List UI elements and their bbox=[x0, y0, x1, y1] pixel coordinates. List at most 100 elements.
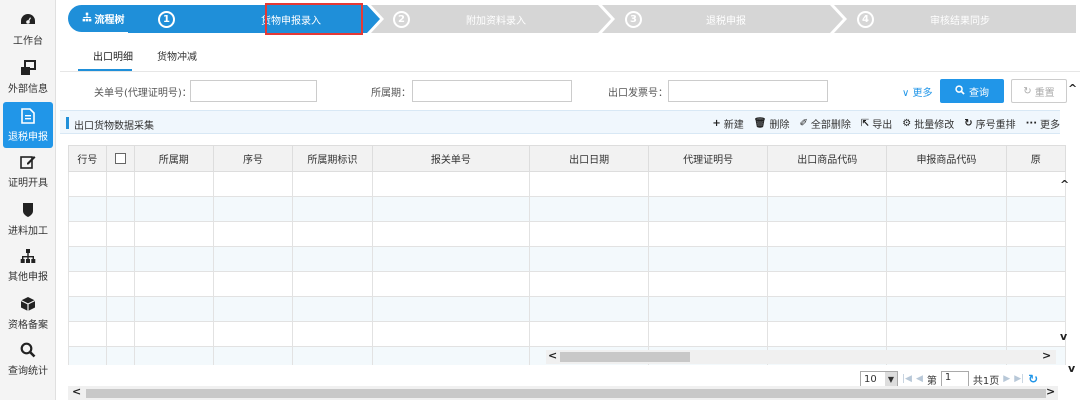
sidebar-item-external-info[interactable]: 外部信息 bbox=[3, 54, 53, 100]
col-header-agency-cert[interactable]: 代理证明号 bbox=[648, 145, 769, 172]
period-input[interactable] bbox=[412, 80, 572, 102]
table-row[interactable] bbox=[68, 296, 1066, 322]
step-3-tax-refund-declaration[interactable]: 3 退税申报 bbox=[625, 5, 835, 33]
grid-scroll-up-arrow[interactable]: ^ bbox=[1060, 178, 1069, 191]
page-scrollbar-thumb[interactable] bbox=[86, 389, 1046, 398]
sidebar-item-query-stats[interactable]: 查询统计 bbox=[3, 336, 53, 382]
panel-title-bar bbox=[66, 117, 69, 129]
sidebar-item-label: 工作台 bbox=[13, 36, 43, 47]
plus-icon: + bbox=[712, 118, 721, 129]
col-header-declared-goods-code[interactable]: 申报商品代码 bbox=[886, 145, 1007, 172]
sidebar-item-label: 资格备案 bbox=[8, 320, 48, 331]
grid-horizontal-scrollbar[interactable] bbox=[546, 350, 1056, 364]
step-label: 附加资料录入 bbox=[466, 15, 526, 27]
sidebar-item-tax-refund[interactable]: 退税申报 bbox=[3, 102, 53, 148]
search-icon bbox=[955, 84, 965, 98]
more-tools-button[interactable]: ··· 更多 bbox=[1026, 116, 1060, 131]
page-horizontal-scrollbar[interactable] bbox=[68, 386, 1058, 400]
table-row[interactable] bbox=[68, 246, 1066, 272]
sidebar-item-label: 证明开具 bbox=[8, 178, 48, 189]
col-header-sequence[interactable]: 序号 bbox=[212, 145, 294, 172]
sidebar-item-other-declaration[interactable]: 其他申报 bbox=[3, 242, 53, 288]
more-filters-link[interactable]: ∨ 更多 bbox=[902, 84, 933, 99]
step-label: 审核结果同步 bbox=[930, 15, 990, 27]
delete-button[interactable]: 🗑 删除 bbox=[754, 116, 790, 131]
scroll-up-arrow[interactable]: ^ bbox=[1068, 82, 1077, 95]
export-button[interactable]: ⇱ 导出 bbox=[861, 116, 892, 131]
new-button[interactable]: + 新建 bbox=[712, 116, 743, 131]
chevron-down-icon: ▼ bbox=[885, 372, 897, 386]
table-row[interactable] bbox=[68, 196, 1066, 222]
page-number-input[interactable]: 1 bbox=[940, 371, 969, 387]
batch-edit-button[interactable]: ⚙ 批量修改 bbox=[902, 116, 954, 131]
sidebar-item-label: 外部信息 bbox=[8, 84, 48, 95]
col-header-period-flag[interactable]: 所属期标识 bbox=[292, 145, 373, 172]
sidebar: 工作台 外部信息 退税申报 证明开具 进料加工 其他申报 资格备案 查询统计 bbox=[0, 0, 56, 400]
step-number: 2 bbox=[393, 10, 410, 28]
tool-label: 更多 bbox=[1040, 120, 1060, 131]
grid-scroll-left-arrow[interactable]: < bbox=[548, 349, 557, 362]
sidebar-item-qualification[interactable]: 资格备案 bbox=[3, 290, 53, 336]
next-page-icon[interactable]: ▶ bbox=[1003, 374, 1010, 384]
step-4-audit-sync[interactable]: 4 审核结果同步 bbox=[857, 5, 1077, 33]
tool-label: 批量修改 bbox=[914, 120, 955, 131]
delete-all-button[interactable]: ✐ 全部删除 bbox=[799, 116, 850, 131]
period-label: 所属期： bbox=[371, 88, 411, 99]
search-form: 关单号(代理证明号)： 所属期： 出口发票号： ∨ 更多 查询 ↻ 重置 bbox=[60, 78, 1080, 104]
last-page-icon[interactable]: ▶| bbox=[1014, 374, 1024, 384]
cogs-icon: ⚙ bbox=[902, 118, 912, 129]
panel-title: 出口货物数据采集 bbox=[74, 121, 154, 132]
grid-scroll-down-arrow[interactable]: v bbox=[1060, 330, 1067, 343]
table-row[interactable] bbox=[68, 221, 1066, 247]
table-row[interactable] bbox=[68, 321, 1066, 347]
invoice-number-input[interactable] bbox=[668, 80, 828, 102]
page-scroll-left-arrow[interactable]: < bbox=[72, 385, 81, 398]
first-page-icon[interactable]: |◀ bbox=[902, 374, 912, 384]
col-header-period[interactable]: 所属期 bbox=[133, 145, 214, 172]
refresh-icon[interactable]: ↻ bbox=[1028, 372, 1038, 386]
step-number: 3 bbox=[625, 10, 642, 28]
sidebar-item-label: 查询统计 bbox=[8, 366, 48, 377]
page-scroll-right-arrow[interactable]: > bbox=[1046, 385, 1055, 398]
select-all-checkbox[interactable] bbox=[114, 152, 126, 164]
col-header-row-number[interactable]: 行号 bbox=[68, 145, 107, 172]
total-pages: 共1页 bbox=[972, 375, 1000, 387]
tab-goods-offset[interactable]: 货物冲减 bbox=[157, 48, 197, 63]
col-header-export-goods-code[interactable]: 出口商品代码 bbox=[767, 145, 888, 172]
query-button[interactable]: 查询 bbox=[940, 79, 1004, 103]
table-row[interactable] bbox=[68, 271, 1066, 297]
reset-button[interactable]: ↻ 重置 bbox=[1011, 79, 1067, 103]
reset-icon: ↻ bbox=[1023, 85, 1032, 97]
step-2-attachment[interactable]: 2 附加资料录入 bbox=[393, 5, 603, 33]
scroll-down-arrow[interactable]: v bbox=[1068, 362, 1075, 375]
sidebar-item-processing[interactable]: 进料加工 bbox=[3, 196, 53, 242]
grid-scroll-right-arrow[interactable]: > bbox=[1042, 349, 1051, 362]
ellipsis-icon: ··· bbox=[1025, 118, 1037, 129]
refresh-icon: ↻ bbox=[964, 118, 973, 129]
tool-label: 新建 bbox=[723, 120, 744, 131]
customs-number-input[interactable] bbox=[190, 80, 317, 102]
col-header-truncated[interactable]: 原 bbox=[1005, 145, 1066, 172]
page-size-select[interactable]: 10 ▼ bbox=[860, 371, 898, 387]
step-bar: 流程树 1 货物申报录入 2 附加资料录入 3 退税申报 4 审核结果同步 bbox=[60, 2, 1080, 36]
eraser-icon: ✐ bbox=[799, 118, 808, 129]
goods-table: 行号 所属期 序号 所属期标识 报关单号 出口日期 代理证明号 出口商品代码 申… bbox=[68, 145, 1066, 365]
tab-export-details[interactable]: 出口明细 bbox=[93, 48, 133, 63]
col-header-export-date[interactable]: 出口日期 bbox=[529, 145, 650, 172]
tool-label: 删除 bbox=[769, 120, 790, 131]
toolbar: + 新建 🗑 删除 ✐ 全部删除 ⇱ 导出 ⚙ 批量修改 ↻ 序号重排 ··· 更多 bbox=[712, 116, 1060, 131]
flow-tree-button[interactable]: 流程树 bbox=[68, 5, 138, 32]
col-header-customs-number[interactable]: 报关单号 bbox=[371, 145, 531, 172]
renumber-button[interactable]: ↻ 序号重排 bbox=[964, 116, 1015, 131]
customs-number-label: 关单号(代理证明号)： bbox=[94, 88, 192, 99]
prev-page-icon[interactable]: ◀ bbox=[916, 374, 923, 384]
table-header-row: 行号 所属期 序号 所属期标识 报关单号 出口日期 代理证明号 出口商品代码 申… bbox=[68, 145, 1066, 172]
invoice-number-label: 出口发票号： bbox=[608, 88, 668, 99]
table-row[interactable] bbox=[68, 171, 1066, 197]
tool-label: 导出 bbox=[872, 120, 893, 131]
chevron-down-icon: ∨ bbox=[902, 88, 910, 99]
sidebar-item-dashboard[interactable]: 工作台 bbox=[3, 6, 53, 52]
col-header-select-all[interactable] bbox=[105, 145, 135, 172]
sidebar-item-certificate[interactable]: 证明开具 bbox=[3, 148, 53, 194]
grid-scrollbar-thumb[interactable] bbox=[560, 352, 690, 362]
